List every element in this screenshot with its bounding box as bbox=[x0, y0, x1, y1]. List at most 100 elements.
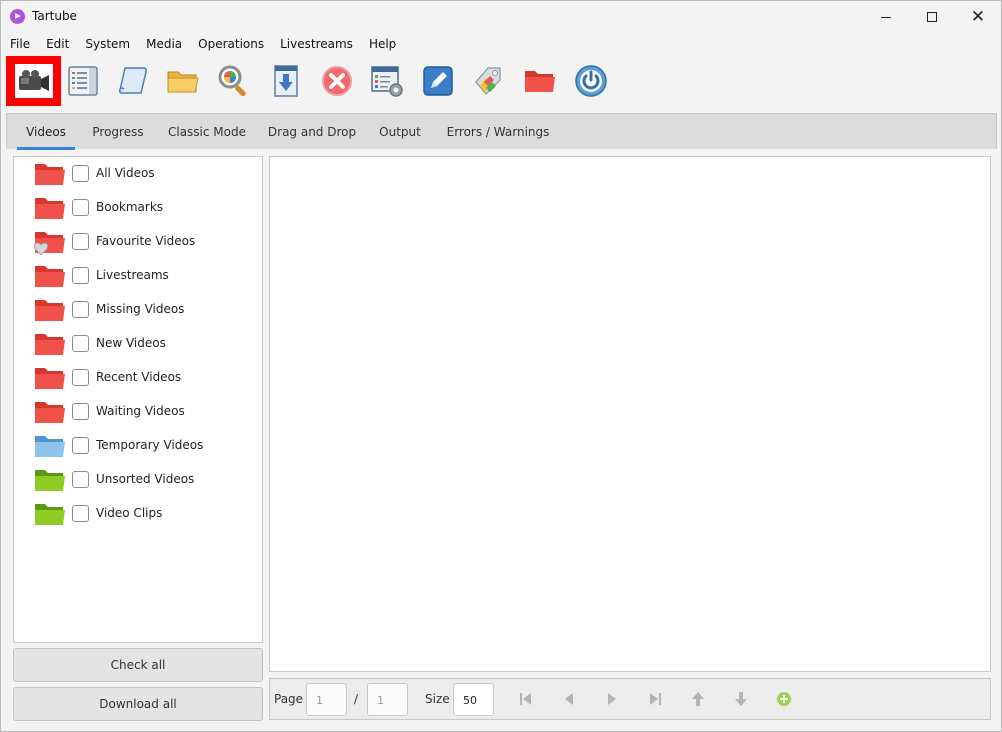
power-icon bbox=[575, 65, 607, 97]
minimize-button[interactable] bbox=[863, 1, 909, 33]
check-all-button[interactable]: Check all bbox=[13, 648, 263, 682]
folder-label: Favourite Videos bbox=[96, 234, 196, 248]
folder-checkbox[interactable] bbox=[72, 301, 89, 318]
folder-label: Bookmarks bbox=[96, 200, 164, 214]
add-video-icon bbox=[18, 70, 49, 91]
folder-item-waiting-videos[interactable]: Waiting Videos bbox=[14, 395, 262, 429]
folder-item-temporary-videos[interactable]: Temporary Videos bbox=[14, 429, 262, 463]
scroll-down-button[interactable] bbox=[732, 690, 750, 708]
close-button[interactable]: ✕ bbox=[955, 1, 1001, 33]
folder-item-all-videos[interactable]: All Videos bbox=[14, 157, 262, 191]
page-size-input[interactable]: 50 bbox=[453, 683, 494, 716]
folder-item-new-videos[interactable]: New Videos bbox=[14, 327, 262, 361]
tags-icon bbox=[475, 67, 501, 95]
download-all-button[interactable] bbox=[261, 56, 311, 106]
folder-item-recent-videos[interactable]: Recent Videos bbox=[14, 361, 262, 395]
tags-button[interactable] bbox=[464, 56, 514, 106]
tab-progress[interactable]: Progress bbox=[87, 114, 149, 150]
download-all-button[interactable]: Download all bbox=[13, 687, 263, 721]
quit-button[interactable] bbox=[566, 56, 616, 106]
folder-checkbox[interactable] bbox=[72, 505, 89, 522]
arrow-up-icon bbox=[692, 692, 704, 706]
preferences-button[interactable] bbox=[362, 56, 412, 106]
minimize-icon bbox=[881, 16, 891, 18]
menu-media[interactable]: Media bbox=[138, 35, 190, 55]
folder-checkbox[interactable] bbox=[72, 437, 89, 454]
main-window: Tartube ✕ File Edit System Media Operati… bbox=[0, 0, 1002, 732]
add-channel-icon bbox=[68, 66, 98, 96]
preferences-icon bbox=[371, 66, 403, 97]
next-page-button[interactable] bbox=[603, 690, 621, 708]
folder-label: Livestreams bbox=[96, 268, 169, 282]
red-folder-icon bbox=[35, 402, 65, 423]
menu-livestreams[interactable]: Livestreams bbox=[272, 35, 361, 55]
folder-item-bookmarks[interactable]: Bookmarks bbox=[14, 191, 262, 225]
green-folder-icon bbox=[35, 504, 65, 525]
folder-item-favourite-videos[interactable]: Favourite Videos bbox=[14, 225, 262, 259]
stop-button[interactable] bbox=[312, 56, 362, 106]
stop-icon bbox=[322, 66, 352, 96]
menu-edit[interactable]: Edit bbox=[38, 35, 77, 55]
folder-checkbox[interactable] bbox=[72, 199, 89, 216]
menu-system[interactable]: System bbox=[77, 35, 138, 55]
folder-item-video-clips[interactable]: Video Clips bbox=[14, 497, 262, 531]
tab-output[interactable]: Output bbox=[376, 114, 424, 150]
previous-page-button[interactable] bbox=[560, 690, 578, 708]
folder-checkbox[interactable] bbox=[72, 369, 89, 386]
blue-folder-icon bbox=[35, 436, 65, 457]
red-folder-icon bbox=[35, 300, 65, 321]
last-page-button[interactable] bbox=[646, 690, 664, 708]
previous-page-icon bbox=[565, 693, 573, 705]
tab-drag-and-drop[interactable]: Drag and Drop bbox=[266, 114, 358, 150]
next-page-icon bbox=[608, 693, 616, 705]
close-icon: ✕ bbox=[970, 6, 986, 27]
first-page-button[interactable] bbox=[517, 690, 535, 708]
size-label: Size bbox=[425, 692, 450, 706]
edit-button[interactable] bbox=[413, 56, 463, 106]
check-all-button[interactable] bbox=[209, 56, 259, 106]
folder-item-unsorted-videos[interactable]: Unsorted Videos bbox=[14, 463, 262, 497]
folder-checkbox[interactable] bbox=[72, 335, 89, 352]
pagination-bar: Page 1 / 1 Size 50 bbox=[269, 678, 991, 720]
add-playlist-button[interactable] bbox=[108, 56, 158, 106]
maximize-button[interactable] bbox=[909, 1, 955, 33]
tab-videos[interactable]: Videos bbox=[17, 114, 75, 150]
add-channel-button[interactable] bbox=[58, 56, 108, 106]
show-filter-button[interactable] bbox=[775, 690, 793, 708]
red-folder-icon bbox=[525, 71, 555, 92]
menu-operations[interactable]: Operations bbox=[190, 35, 272, 55]
page-label: Page bbox=[274, 692, 304, 706]
folder-checkbox[interactable] bbox=[72, 165, 89, 182]
switch-view-button[interactable] bbox=[515, 56, 565, 106]
menu-file[interactable]: File bbox=[1, 35, 38, 55]
red-folder-icon bbox=[35, 266, 65, 287]
folder-label: New Videos bbox=[96, 336, 166, 350]
folder-checkbox[interactable] bbox=[72, 233, 89, 250]
folder-label: Unsorted Videos bbox=[96, 472, 195, 486]
folder-label: Waiting Videos bbox=[96, 404, 185, 418]
folder-checkbox[interactable] bbox=[72, 471, 89, 488]
menu-help[interactable]: Help bbox=[361, 35, 404, 55]
add-folder-button[interactable] bbox=[158, 56, 208, 106]
page-input[interactable]: 1 bbox=[306, 683, 347, 716]
folder-label: Recent Videos bbox=[96, 370, 182, 384]
tab-errors-warnings[interactable]: Errors / Warnings bbox=[442, 114, 554, 150]
folder-item-missing-videos[interactable]: Missing Videos bbox=[14, 293, 262, 327]
folder-checkbox[interactable] bbox=[72, 403, 89, 420]
folder-item-livestreams[interactable]: Livestreams bbox=[14, 259, 262, 293]
folder-label: All Videos bbox=[96, 166, 155, 180]
folder-label: Missing Videos bbox=[96, 302, 185, 316]
magnifier-icon bbox=[218, 65, 246, 97]
add-video-button[interactable] bbox=[6, 56, 61, 106]
toolbar bbox=[1, 56, 1001, 108]
open-folder-icon bbox=[167, 71, 199, 93]
tartube-app-icon bbox=[10, 9, 25, 24]
menu-bar: File Edit System Media Operations Livest… bbox=[1, 35, 1001, 55]
favourite-folder-icon bbox=[34, 232, 65, 255]
folder-checkbox[interactable] bbox=[72, 267, 89, 284]
add-playlist-icon bbox=[119, 67, 147, 94]
total-pages-field: 1 bbox=[367, 683, 408, 716]
folder-list: All Videos Bookmarks Favourite Videos Li… bbox=[13, 156, 263, 643]
scroll-up-button[interactable] bbox=[689, 690, 707, 708]
tab-classic-mode[interactable]: Classic Mode bbox=[166, 114, 248, 150]
